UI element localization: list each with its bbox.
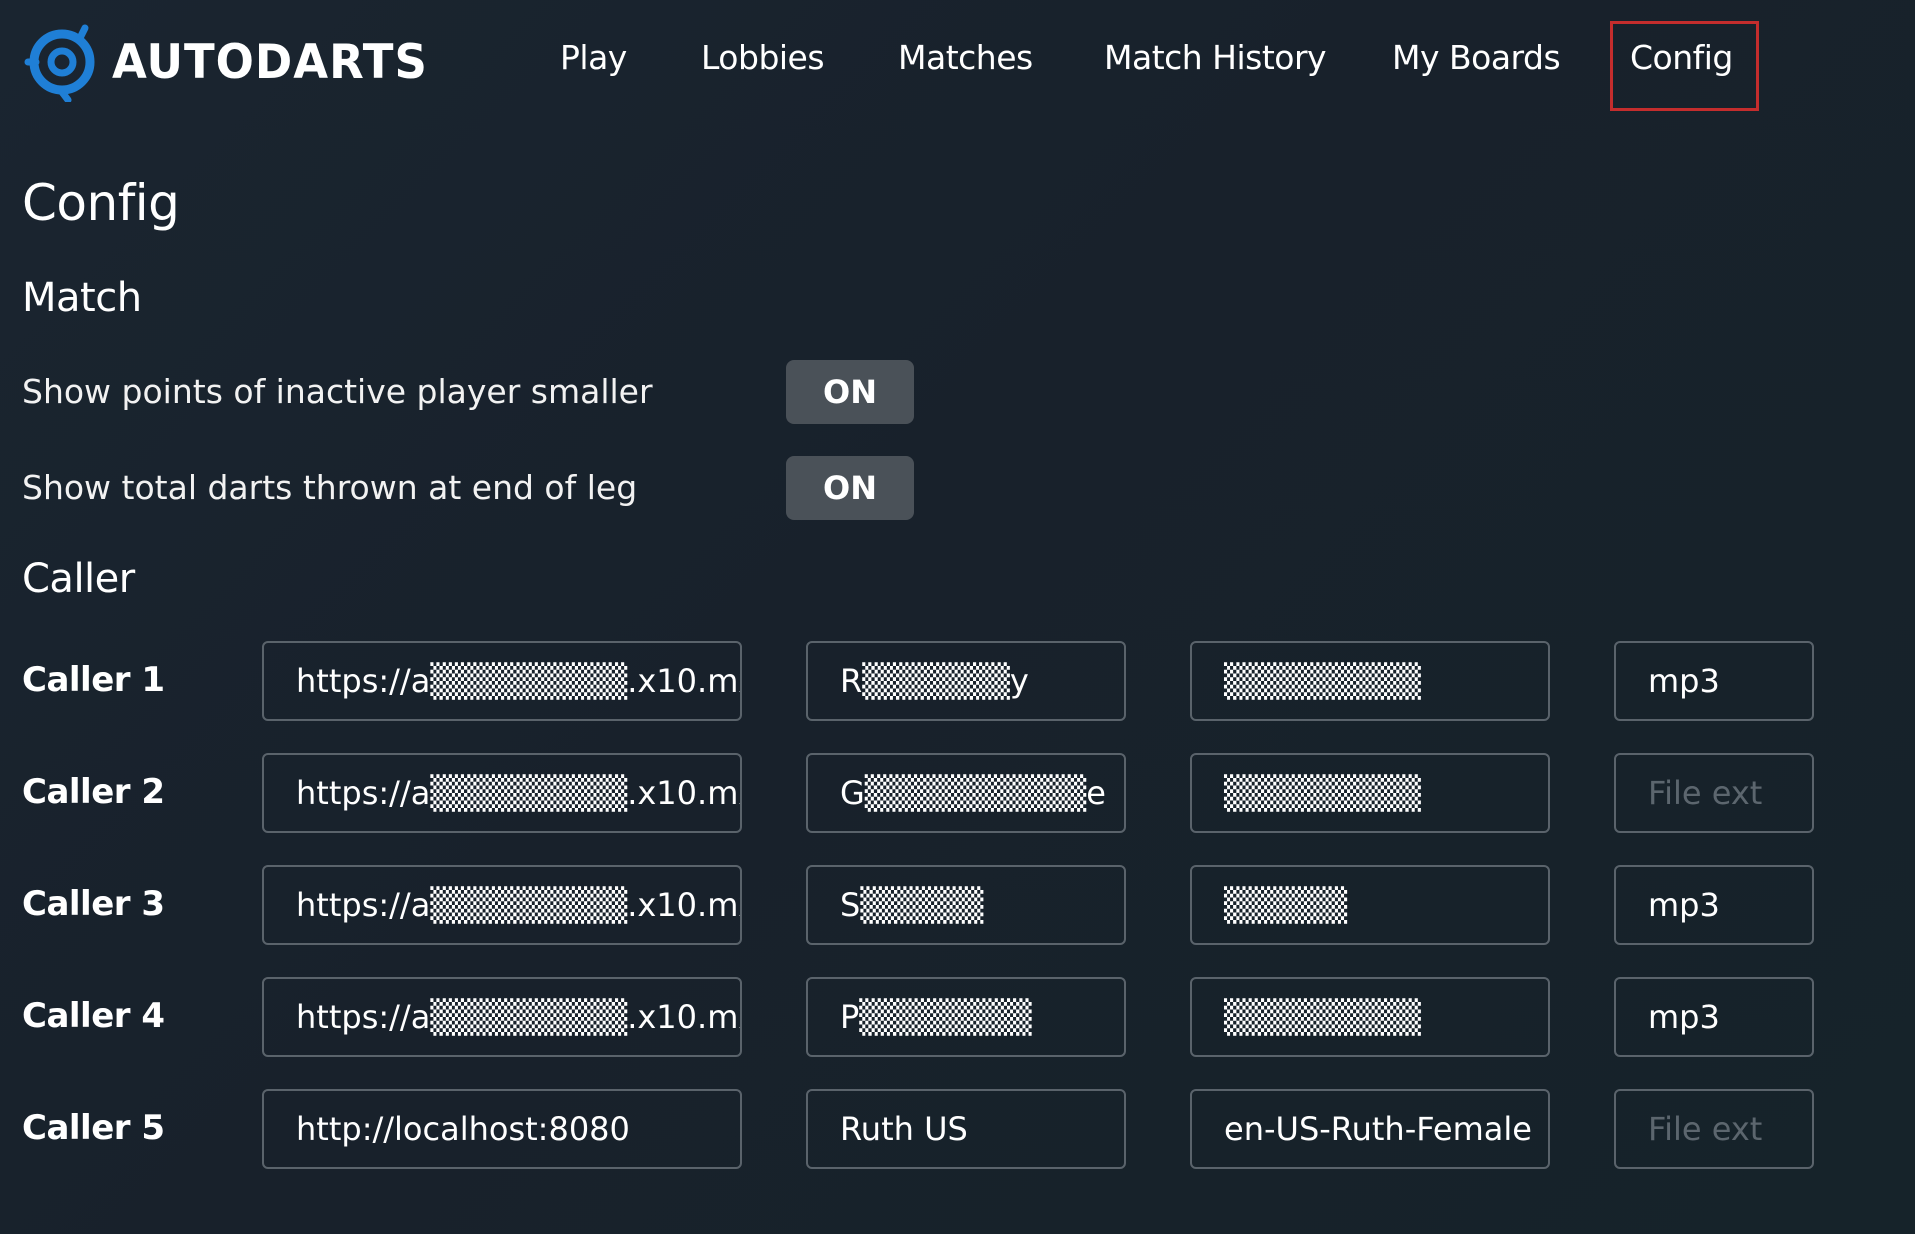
caller-4-voice-input[interactable]: ▒▒▒▒▒▒▒▒ bbox=[1190, 977, 1550, 1057]
caller-1-name-input[interactable]: R▒▒▒▒▒▒y bbox=[806, 641, 1126, 721]
nav-play[interactable]: Play bbox=[560, 38, 627, 77]
caller-4-url-input[interactable]: https://a▒▒▒▒▒▒▒▒.x10.mx bbox=[262, 977, 742, 1057]
caller-5-label: Caller 5 bbox=[22, 1108, 165, 1148]
caller-3-name-input[interactable]: S▒▒▒▒▒ bbox=[806, 865, 1126, 945]
caller-2-url-input[interactable]: https://a▒▒▒▒▒▒▒▒.x10.mx bbox=[262, 753, 742, 833]
caller-2-label: Caller 2 bbox=[22, 772, 165, 812]
inactive-points-smaller-label: Show points of inactive player smaller bbox=[22, 372, 653, 411]
target-logo-icon bbox=[24, 24, 95, 102]
caller-2-name-input[interactable]: G▒▒▒▒▒▒▒▒▒e bbox=[806, 753, 1126, 833]
brand-name: AUTODARTS bbox=[112, 33, 428, 89]
caller-5-name-input[interactable]: Ruth US bbox=[806, 1089, 1126, 1169]
nav-matches[interactable]: Matches bbox=[898, 38, 1033, 77]
page-title: Config bbox=[22, 174, 180, 232]
caller-3-ext-input[interactable]: mp3 bbox=[1614, 865, 1814, 945]
caller-4-label: Caller 4 bbox=[22, 996, 165, 1036]
caller-2-voice-input[interactable]: ▒▒▒▒▒▒▒▒ bbox=[1190, 753, 1550, 833]
caller-5-url-input[interactable]: http://localhost:8080 bbox=[262, 1089, 742, 1169]
nav-match-history[interactable]: Match History bbox=[1104, 38, 1327, 77]
active-nav-highlight bbox=[1610, 21, 1759, 111]
caller-1-ext-input[interactable]: mp3 bbox=[1614, 641, 1814, 721]
total-darts-label: Show total darts thrown at end of leg bbox=[22, 468, 638, 507]
match-section-title: Match bbox=[22, 275, 142, 321]
caller-5-ext-input[interactable]: File ext bbox=[1614, 1089, 1814, 1169]
nav-lobbies[interactable]: Lobbies bbox=[701, 38, 825, 77]
caller-1-url-input[interactable]: https://a▒▒▒▒▒▒▒▒.x10.mx bbox=[262, 641, 742, 721]
caller-3-url-input[interactable]: https://a▒▒▒▒▒▒▒▒.x10.mx bbox=[262, 865, 742, 945]
caller-4-ext-input[interactable]: mp3 bbox=[1614, 977, 1814, 1057]
inactive-points-smaller-toggle[interactable]: ON bbox=[786, 360, 914, 424]
autodarts-logo[interactable]: AUTODARTS bbox=[22, 20, 428, 102]
caller-3-label: Caller 3 bbox=[22, 884, 165, 924]
caller-5-voice-input[interactable]: en-US-Ruth-Female bbox=[1190, 1089, 1550, 1169]
total-darts-toggle[interactable]: ON bbox=[786, 456, 914, 520]
caller-4-name-input[interactable]: P▒▒▒▒▒▒▒ bbox=[806, 977, 1126, 1057]
caller-section-title: Caller bbox=[22, 556, 135, 602]
caller-1-label: Caller 1 bbox=[22, 660, 165, 700]
caller-1-voice-input[interactable]: ▒▒▒▒▒▒▒▒ bbox=[1190, 641, 1550, 721]
caller-2-ext-input[interactable]: File ext bbox=[1614, 753, 1814, 833]
caller-3-voice-input[interactable]: ▒▒▒▒▒ bbox=[1190, 865, 1550, 945]
nav-my-boards[interactable]: My Boards bbox=[1392, 38, 1561, 77]
